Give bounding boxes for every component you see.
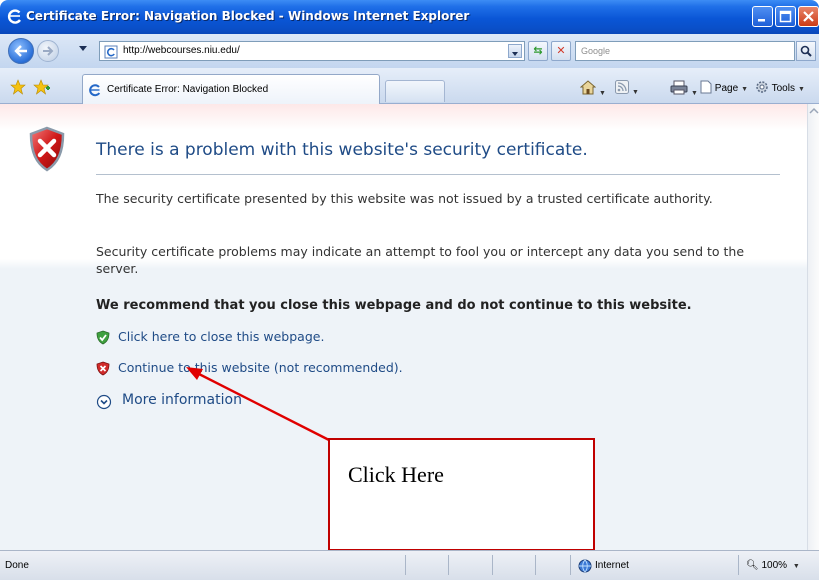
green-shield-check-icon — [96, 330, 110, 345]
address-dropdown-button[interactable] — [508, 44, 522, 58]
search-placeholder: Google — [581, 46, 611, 56]
forward-arrow-icon — [43, 46, 54, 56]
feeds-button[interactable]: ▼ — [615, 80, 639, 96]
add-favorite-icon[interactable] — [33, 79, 51, 95]
click-here-callout: Click Here — [328, 438, 595, 551]
magnifier-icon: 🔍︎ — [746, 560, 759, 571]
ie-page-icon — [104, 45, 118, 59]
rss-feed-icon — [615, 80, 629, 94]
tools-menu-label: Tools — [771, 83, 795, 94]
globe-icon — [578, 559, 592, 573]
top-band — [0, 104, 807, 130]
zoom-level: 100% — [761, 560, 788, 571]
status-divider — [738, 555, 739, 575]
page-icon — [700, 80, 712, 94]
favorites-star-icon[interactable] — [10, 79, 26, 95]
close-webpage-link[interactable]: Click here to close this webpage. — [96, 329, 396, 347]
continue-label[interactable]: Continue to this website (not recommende… — [118, 360, 403, 375]
status-divider — [570, 555, 571, 575]
zone-label: Internet — [595, 560, 629, 571]
print-button[interactable]: ▼ — [670, 80, 698, 97]
home-icon — [579, 80, 597, 95]
status-text: Done — [5, 560, 29, 571]
url-text: http://webcourses.niu.edu/ — [123, 45, 240, 56]
vertical-scrollbar[interactable] — [807, 104, 819, 550]
tools-menu-button[interactable]: Tools ▼ — [755, 80, 805, 96]
divider — [96, 174, 780, 175]
address-toolbar: http://webcourses.niu.edu/ ⇆ ✕ Google — [0, 34, 819, 68]
printer-icon — [670, 80, 688, 95]
security-shield-icon — [29, 126, 65, 172]
status-bar: Done Internet 🔍︎ 100% ▼ — [0, 550, 819, 580]
red-shield-x-icon — [96, 361, 110, 376]
more-information-toggle[interactable]: More information — [96, 392, 296, 412]
tab-certificate-error[interactable]: Certificate Error: Navigation Blocked — [82, 74, 380, 104]
recommendation-text: We recommend that you close this webpage… — [96, 298, 692, 313]
back-button[interactable] — [8, 38, 34, 64]
more-information-label[interactable]: More information — [122, 392, 242, 408]
chevron-down-icon — [512, 52, 518, 56]
stop-button[interactable]: ✕ — [551, 41, 571, 61]
status-divider — [448, 555, 449, 575]
continue-to-website-link[interactable]: Continue to this website (not recommende… — [96, 360, 456, 378]
risk-explanation: Security certificate problems may indica… — [96, 244, 745, 276]
title-bar: Certificate Error: Navigation Blocked - … — [0, 0, 819, 34]
chevron-down-icon: ▼ — [792, 563, 800, 570]
maximize-icon — [779, 10, 792, 23]
forward-button[interactable] — [37, 40, 59, 62]
minimize-button[interactable] — [752, 6, 773, 27]
gear-icon — [756, 81, 768, 93]
address-field[interactable]: http://webcourses.niu.edu/ — [99, 41, 525, 61]
status-divider — [492, 555, 493, 575]
search-input[interactable]: Google — [575, 41, 795, 61]
home-button[interactable]: ▼ — [579, 80, 606, 97]
expand-circle-icon — [96, 394, 112, 410]
new-tab-button[interactable] — [385, 80, 445, 102]
callout-label: Click Here — [348, 462, 444, 487]
zoom-control[interactable]: 🔍︎ 100% ▼ — [746, 560, 800, 571]
close-icon — [803, 11, 814, 22]
window-title: Certificate Error: Navigation Blocked - … — [26, 9, 470, 23]
maximize-button[interactable] — [775, 6, 796, 27]
back-arrow-icon — [14, 45, 27, 57]
stop-icon: ✕ — [556, 44, 566, 57]
scroll-up-arrow-icon[interactable] — [809, 106, 819, 116]
minimize-icon — [758, 19, 765, 22]
recent-pages-dropdown[interactable] — [79, 46, 87, 52]
ie-logo-icon — [7, 9, 21, 24]
page-title: There is a problem with this website's s… — [96, 140, 588, 160]
ie-page-icon — [89, 84, 101, 97]
tab-command-bar: Certificate Error: Navigation Blocked ▼ … — [0, 68, 819, 104]
close-window-button[interactable] — [798, 6, 819, 27]
refresh-icon: ⇆ — [533, 44, 543, 57]
close-webpage-label[interactable]: Click here to close this webpage. — [118, 329, 324, 344]
trust-explanation: The security certificate presented by th… — [96, 191, 713, 206]
refresh-button[interactable]: ⇆ — [528, 41, 548, 61]
page-menu-button[interactable]: Page ▼ — [700, 80, 748, 96]
tab-label: Certificate Error: Navigation Blocked — [107, 84, 269, 95]
status-divider — [535, 555, 536, 575]
search-icon — [800, 45, 812, 57]
page-menu-label: Page — [714, 83, 739, 94]
search-button[interactable] — [796, 41, 816, 61]
status-divider — [405, 555, 406, 575]
